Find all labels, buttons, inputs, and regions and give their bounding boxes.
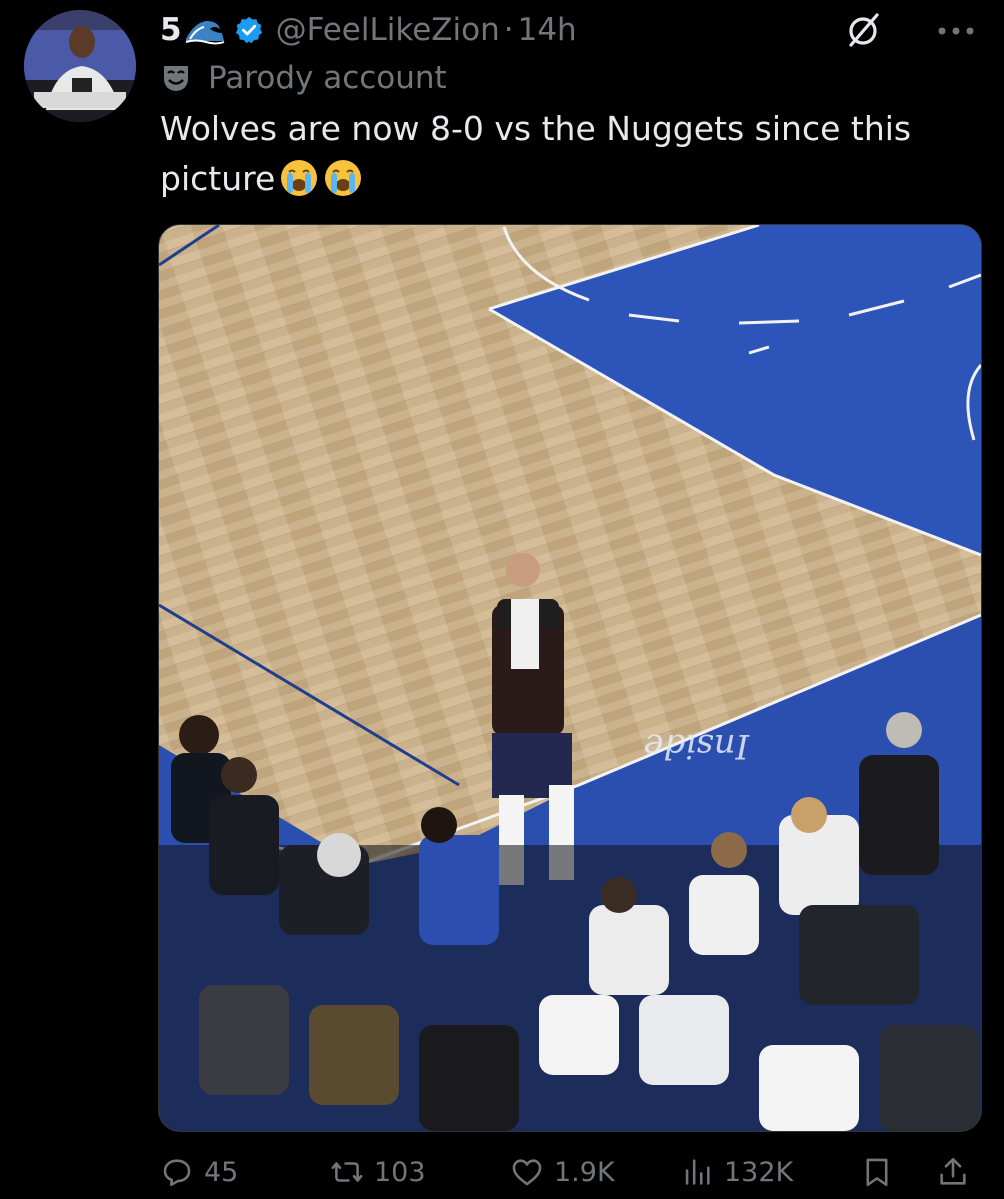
parody-mask-icon xyxy=(164,66,188,91)
author-handle[interactable]: @FeelLikeZion xyxy=(276,12,500,48)
bookmark-icon xyxy=(866,1158,888,1187)
reply-count: 45 xyxy=(204,1156,239,1188)
basketball-court-photo: Inside xyxy=(159,225,981,1131)
avatar[interactable] xyxy=(24,10,136,122)
heart-icon xyxy=(512,1159,542,1186)
parody-label: Parody account xyxy=(160,56,447,100)
water-wave-icon xyxy=(185,21,224,45)
parody-label-text: Parody account xyxy=(208,60,447,96)
svg-text:Inside: Inside xyxy=(643,726,750,766)
display-name[interactable]: 5 xyxy=(160,12,226,48)
more-options-icon[interactable] xyxy=(932,14,980,48)
timestamp[interactable]: 14h xyxy=(518,12,577,48)
like-button[interactable]: 1.9K xyxy=(510,1146,615,1198)
reply-button[interactable]: 45 xyxy=(160,1146,238,1198)
reply-icon xyxy=(163,1159,191,1187)
like-count: 1.9K xyxy=(554,1156,615,1188)
retweet-icon xyxy=(331,1162,363,1182)
separator-dot: · xyxy=(503,12,514,48)
loudly-crying-face-icon xyxy=(281,160,318,196)
share-icon xyxy=(940,1157,966,1185)
analytics-icon xyxy=(685,1159,710,1185)
tweet-text: Wolves are now 8-0 vs the Nuggets since … xyxy=(160,104,980,204)
bookmark-button[interactable] xyxy=(860,1146,894,1198)
verified-badge-icon[interactable] xyxy=(234,15,264,45)
view-count: 132K xyxy=(724,1156,794,1188)
action-bar: 45 103 1.9K 132K xyxy=(160,1146,980,1198)
tweet-photo[interactable]: Inside xyxy=(158,224,982,1132)
tweet-header: 5 @FeelLikeZion · 14h xyxy=(160,8,980,52)
tweet: 5 @FeelLikeZion · 14h Parody account Wol… xyxy=(0,0,1004,1199)
views-button[interactable]: 132K xyxy=(680,1146,793,1198)
retweet-count: 103 xyxy=(374,1156,426,1188)
share-button[interactable] xyxy=(936,1146,970,1198)
tweet-text-body: Wolves are now 8-0 vs the Nuggets since … xyxy=(160,109,912,198)
loudly-crying-face-icon xyxy=(325,160,362,196)
grok-icon[interactable] xyxy=(844,10,884,50)
retweet-button[interactable]: 103 xyxy=(330,1146,426,1198)
